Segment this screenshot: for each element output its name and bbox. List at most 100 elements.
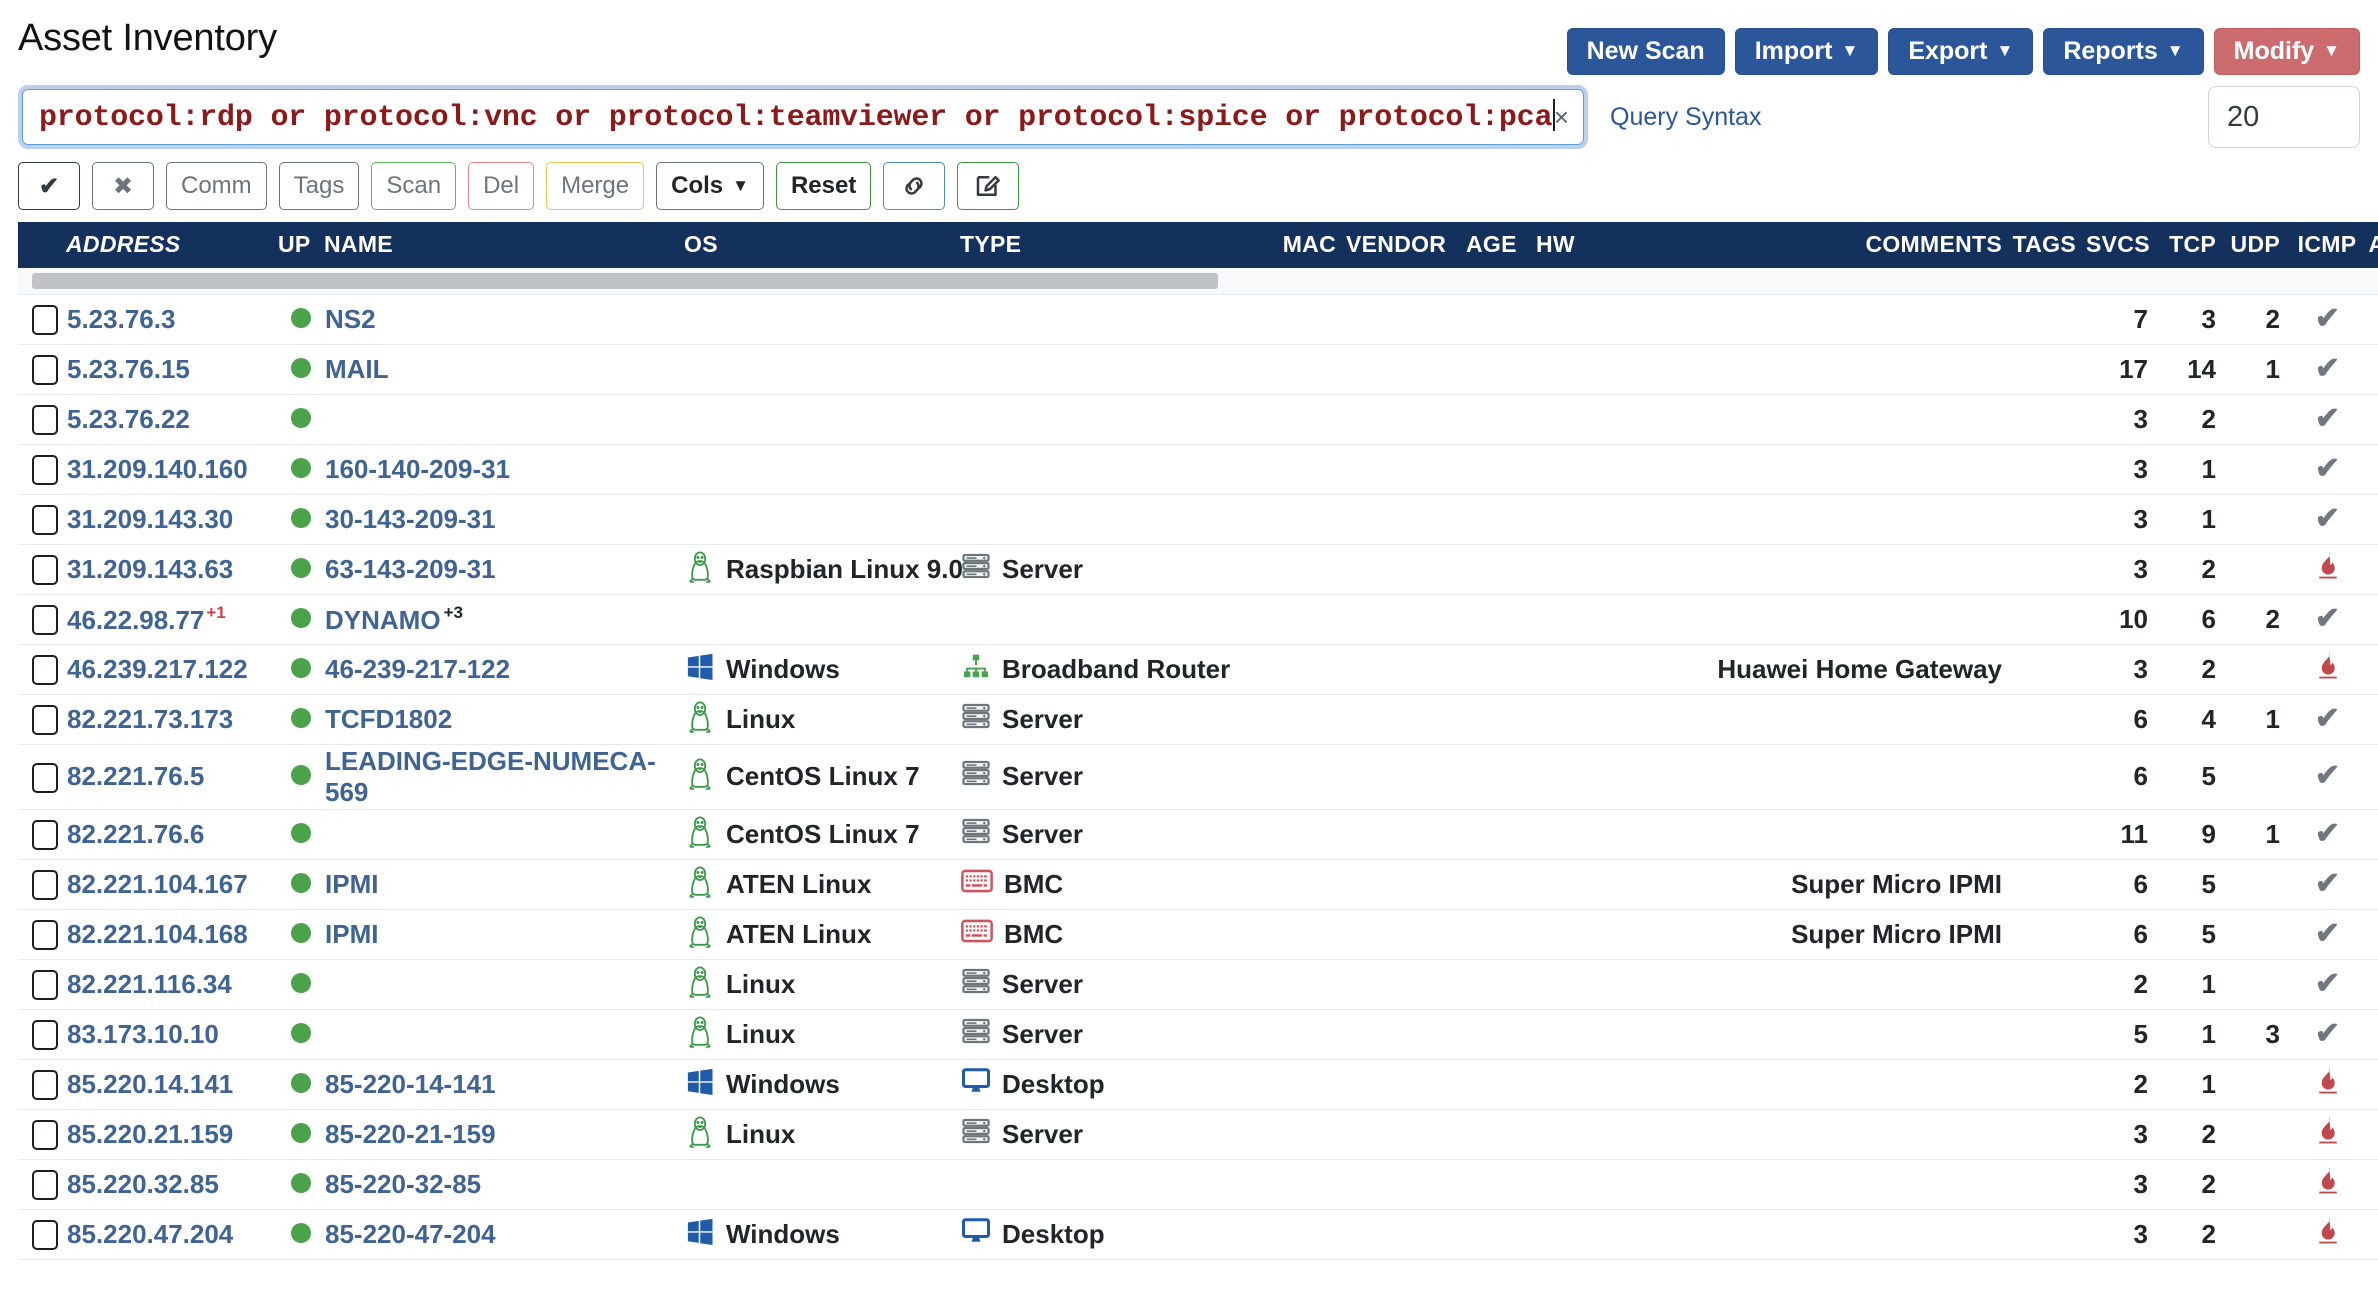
header-type[interactable]: TYPE: [960, 222, 1250, 268]
edit-button[interactable]: [957, 162, 1020, 210]
cell-address[interactable]: 5.23.76.22: [66, 394, 278, 445]
address-link[interactable]: 31.209.143.30: [67, 504, 233, 534]
table-row[interactable]: 83.173.10.10LinuxServer513✔49: [18, 1009, 2378, 1060]
cell-name[interactable]: IPMI: [324, 859, 684, 910]
table-row[interactable]: 31.209.140.160160-140-209-3131✔58: [18, 444, 2378, 495]
name-link[interactable]: NS2: [325, 304, 376, 334]
reset-button[interactable]: Reset: [775, 162, 872, 210]
table-row[interactable]: 82.221.76.6CentOS Linux 7Server1191✔37: [18, 809, 2378, 860]
row-checkbox-cell[interactable]: [18, 694, 66, 745]
header-udp[interactable]: UDP: [2226, 222, 2290, 268]
address-link[interactable]: 31.209.143.63: [67, 554, 233, 584]
cell-address[interactable]: 31.209.140.160: [66, 444, 278, 495]
address-link[interactable]: 85.220.21.159: [67, 1119, 233, 1149]
row-checkbox[interactable]: [32, 1020, 58, 1051]
row-checkbox[interactable]: [32, 305, 58, 336]
cell-name[interactable]: 30-143-209-31: [324, 494, 684, 545]
table-row[interactable]: 46.22.98.77+1DYNAMO+31062✔86: [18, 594, 2378, 645]
name-link[interactable]: MAIL: [325, 354, 389, 384]
table-row[interactable]: 85.220.47.204 85-220-47-204 Windows Desktop…: [18, 1209, 2378, 1260]
cell-address[interactable]: 82.221.104.167: [66, 859, 278, 910]
name-link[interactable]: 46-239-217-122: [325, 654, 510, 684]
row-checkbox[interactable]: [32, 605, 58, 636]
select-all-button[interactable]: ✔: [18, 162, 80, 210]
address-link[interactable]: 82.221.73.173: [67, 704, 233, 734]
row-checkbox[interactable]: [32, 655, 58, 686]
address-link[interactable]: 83.173.10.10: [67, 1019, 219, 1049]
table-row[interactable]: 85.220.14.141 85-220-14-141 Windows Desktop…: [18, 1059, 2378, 1110]
modify-button[interactable]: Modify ▼: [2213, 28, 2360, 75]
name-link[interactable]: 30-143-209-31: [325, 504, 496, 534]
cell-address[interactable]: 85.220.14.141: [66, 1059, 278, 1110]
cell-name[interactable]: IPMI: [324, 909, 684, 960]
row-checkbox-cell[interactable]: [18, 1059, 66, 1110]
row-checkbox[interactable]: [32, 505, 58, 536]
row-checkbox-cell[interactable]: [18, 744, 66, 810]
cell-name[interactable]: 85-220-14-141: [324, 1059, 684, 1110]
address-link[interactable]: 5.23.76.15: [67, 354, 190, 384]
cell-address[interactable]: 82.221.104.168: [66, 909, 278, 960]
table-row[interactable]: 82.221.104.167 IPMI ATEN Linux BMC Super Mic…: [18, 859, 2378, 910]
table-row[interactable]: 5.23.76.2232✔50: [18, 394, 2378, 445]
name-link[interactable]: TCFD1802: [325, 704, 452, 734]
header-address[interactable]: ADDRESS: [66, 222, 278, 268]
cell-name[interactable]: DYNAMO +3: [324, 594, 684, 645]
delete-button[interactable]: Del: [468, 162, 535, 210]
table-row[interactable]: 82.221.104.168 IPMI ATEN Linux BMC Super Mic…: [18, 909, 2378, 960]
name-link[interactable]: LEADING-EDGE-NUMECA-569: [325, 746, 656, 807]
import-button[interactable]: Import ▼: [1734, 28, 1879, 75]
header-name[interactable]: NAME: [324, 222, 684, 268]
table-row[interactable]: 46.239.217.122 46-239-217-122 Windows Broad…: [18, 644, 2378, 695]
header-mac[interactable]: MAC: [1250, 222, 1346, 268]
address-link[interactable]: 82.221.76.6: [67, 819, 204, 849]
name-link[interactable]: IPMI: [325, 919, 378, 949]
header-hw[interactable]: HW: [1536, 222, 1636, 268]
table-row[interactable]: 31.209.143.63 63-143-209-31 Raspbian Linux…: [18, 544, 2378, 595]
header-os[interactable]: OS: [684, 222, 960, 268]
address-link[interactable]: 5.23.76.3: [67, 304, 175, 334]
cell-name[interactable]: 85-220-47-204: [324, 1209, 684, 1260]
name-link[interactable]: 85-220-14-141: [325, 1069, 496, 1099]
header-vendor[interactable]: VENDOR: [1346, 222, 1466, 268]
row-checkbox[interactable]: [32, 1220, 58, 1251]
row-checkbox-cell[interactable]: [18, 644, 66, 695]
row-checkbox-cell[interactable]: [18, 594, 66, 645]
scan-button[interactable]: Scan: [371, 162, 457, 210]
cell-name[interactable]: [324, 394, 684, 445]
header-comments[interactable]: COMMENTS: [1636, 222, 2012, 268]
link-button[interactable]: [883, 162, 946, 210]
query-syntax-link[interactable]: Query Syntax: [1610, 103, 1761, 132]
reports-button[interactable]: Reports ▼: [2043, 28, 2204, 75]
table-row[interactable]: 82.221.116.34LinuxServer21✔40: [18, 959, 2378, 1010]
row-checkbox[interactable]: [32, 405, 58, 436]
row-checkbox[interactable]: [32, 820, 58, 851]
row-checkbox-cell[interactable]: [18, 294, 66, 345]
address-link[interactable]: 82.221.104.167: [67, 869, 248, 899]
cell-address[interactable]: 31.209.143.63: [66, 544, 278, 595]
row-checkbox[interactable]: [32, 705, 58, 736]
search-input[interactable]: protocol:rdp or protocol:vnc or protocol…: [22, 89, 1584, 145]
merge-button[interactable]: Merge: [546, 162, 645, 210]
name-link[interactable]: IPMI: [325, 869, 378, 899]
cell-address[interactable]: 5.23.76.15: [66, 344, 278, 395]
row-checkbox-cell[interactable]: [18, 959, 66, 1010]
header-icmp[interactable]: ICMP: [2290, 222, 2364, 268]
cell-name[interactable]: 46-239-217-122: [324, 644, 684, 695]
row-checkbox-cell[interactable]: [18, 394, 66, 445]
cell-address[interactable]: 46.239.217.122: [66, 644, 278, 695]
address-link[interactable]: 82.221.116.34: [67, 969, 232, 999]
header-arp[interactable]: ARP: [2364, 222, 2378, 268]
cell-name[interactable]: 160-140-209-31: [324, 444, 684, 495]
name-link[interactable]: 63-143-209-31: [325, 554, 496, 584]
row-checkbox-cell[interactable]: [18, 494, 66, 545]
name-link[interactable]: 85-220-47-204: [325, 1219, 496, 1249]
cell-address[interactable]: 46.22.98.77 +1: [66, 594, 278, 645]
new-scan-button[interactable]: New Scan: [1566, 28, 1725, 75]
address-link[interactable]: 46.22.98.77: [67, 605, 204, 635]
cell-address[interactable]: 85.220.21.159: [66, 1109, 278, 1160]
row-checkbox-cell[interactable]: [18, 1209, 66, 1260]
name-link[interactable]: 160-140-209-31: [325, 454, 510, 484]
cell-name[interactable]: NS2: [324, 294, 684, 345]
cell-name[interactable]: [324, 959, 684, 1010]
header-age[interactable]: AGE: [1466, 222, 1536, 268]
